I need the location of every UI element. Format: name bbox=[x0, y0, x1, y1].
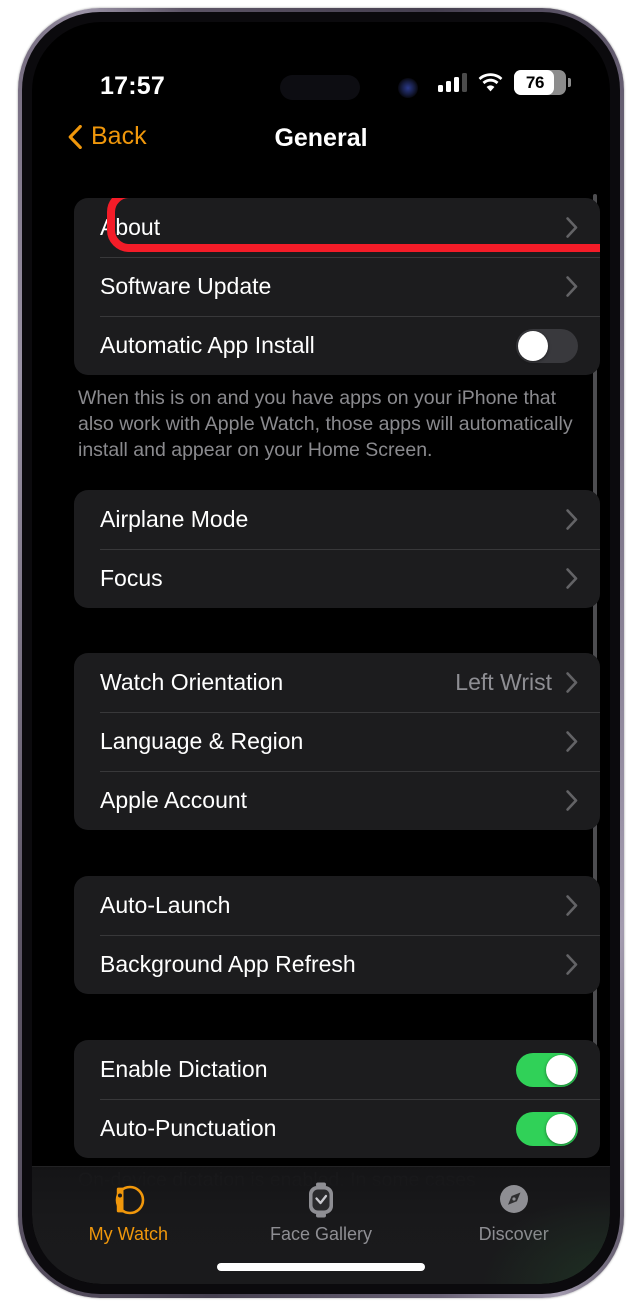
chevron-right-icon bbox=[566, 790, 578, 811]
phone-frame: 17:57 76 Back General About Software Upd… bbox=[18, 8, 624, 1298]
battery-icon: 76 bbox=[514, 70, 571, 95]
row-label: Focus bbox=[100, 565, 163, 591]
chevron-right-icon bbox=[566, 672, 578, 693]
settings-row-background-app-refresh[interactable]: Background App Refresh bbox=[74, 935, 600, 994]
chevron-right-icon bbox=[566, 731, 578, 752]
watch-face-icon bbox=[300, 1179, 342, 1221]
chevron-right-icon bbox=[566, 568, 578, 589]
status-bar-time: 17:57 bbox=[100, 72, 165, 100]
row-label: Background App Refresh bbox=[100, 951, 356, 977]
status-bar-indicators: 76 bbox=[438, 70, 571, 95]
settings-group-connectivity: Airplane Mode Focus bbox=[74, 490, 600, 608]
tab-label: Discover bbox=[478, 1224, 549, 1244]
automatic-app-install-toggle[interactable] bbox=[516, 328, 578, 363]
settings-row-automatic-app-install[interactable]: Automatic App Install bbox=[74, 316, 600, 375]
dynamic-island bbox=[280, 75, 360, 100]
chevron-right-icon bbox=[566, 276, 578, 297]
footnote-automatic-app-install: When this is on and you have apps on you… bbox=[78, 387, 573, 461]
settings-row-airplane-mode[interactable]: Airplane Mode bbox=[74, 490, 600, 549]
row-label: Watch Orientation bbox=[100, 669, 284, 695]
settings-group-apps: Auto-Launch Background App Refresh bbox=[74, 876, 600, 994]
settings-row-language-region[interactable]: Language & Region bbox=[74, 712, 600, 771]
row-label: Auto-Punctuation bbox=[100, 1115, 277, 1141]
settings-group-general-top: About Software Update Automatic App Inst… bbox=[74, 198, 600, 375]
battery-percent-label: 76 bbox=[525, 72, 545, 92]
row-label: Airplane Mode bbox=[100, 506, 249, 532]
cellular-signal-icon bbox=[438, 73, 467, 92]
settings-row-apple-account[interactable]: Apple Account bbox=[74, 771, 600, 830]
settings-row-focus[interactable]: Focus bbox=[74, 549, 600, 608]
settings-row-software-update[interactable]: Software Update bbox=[74, 257, 600, 316]
row-label: Enable Dictation bbox=[100, 1056, 268, 1082]
settings-row-auto-launch[interactable]: Auto-Launch bbox=[74, 876, 600, 935]
row-label: Software Update bbox=[100, 273, 272, 299]
status-bar: 17:57 76 bbox=[32, 22, 610, 106]
phone-screen: 17:57 76 Back General About Software Upd… bbox=[32, 22, 610, 1284]
tab-label: Face Gallery bbox=[269, 1224, 373, 1244]
navigation-bar: Back General bbox=[32, 106, 610, 172]
chevron-right-icon bbox=[566, 217, 578, 238]
settings-row-enable-dictation[interactable]: Enable Dictation bbox=[74, 1040, 600, 1099]
settings-row-about[interactable]: About bbox=[74, 198, 600, 257]
tab-label: My Watch bbox=[88, 1224, 168, 1244]
watch-side-icon bbox=[107, 1179, 149, 1221]
row-label: Automatic App Install bbox=[100, 332, 315, 358]
page-title: General bbox=[274, 124, 368, 152]
compass-icon bbox=[493, 1179, 535, 1221]
settings-row-watch-orientation[interactable]: Watch Orientation Left Wrist bbox=[74, 653, 600, 712]
settings-group-device: Watch Orientation Left Wrist Language & … bbox=[74, 653, 600, 830]
enable-dictation-toggle[interactable] bbox=[516, 1052, 578, 1087]
watch-orientation-value: Left Wrist bbox=[455, 669, 552, 695]
tab-my-watch[interactable]: My Watch bbox=[32, 1167, 225, 1284]
wifi-icon bbox=[478, 73, 503, 92]
screenshot-stage: 17:57 76 Back General About Software Upd… bbox=[0, 0, 642, 1305]
row-label: Auto-Launch bbox=[100, 892, 231, 918]
front-camera-icon bbox=[398, 78, 418, 98]
chevron-right-icon bbox=[566, 509, 578, 530]
settings-list[interactable]: About Software Update Automatic App Inst… bbox=[32, 172, 610, 1284]
row-label: Apple Account bbox=[100, 787, 248, 813]
home-indicator[interactable] bbox=[217, 1263, 425, 1271]
row-label: Language & Region bbox=[100, 728, 304, 754]
auto-punctuation-toggle[interactable] bbox=[516, 1111, 578, 1146]
phone-bezel: 17:57 76 Back General About Software Upd… bbox=[22, 12, 620, 1294]
chevron-right-icon bbox=[566, 954, 578, 975]
settings-group-dictation: Enable Dictation Auto-Punctuation bbox=[74, 1040, 600, 1158]
settings-row-auto-punctuation[interactable]: Auto-Punctuation bbox=[74, 1099, 600, 1158]
row-label: About bbox=[100, 214, 161, 240]
chevron-right-icon bbox=[566, 895, 578, 916]
tab-discover[interactable]: Discover bbox=[417, 1167, 610, 1284]
